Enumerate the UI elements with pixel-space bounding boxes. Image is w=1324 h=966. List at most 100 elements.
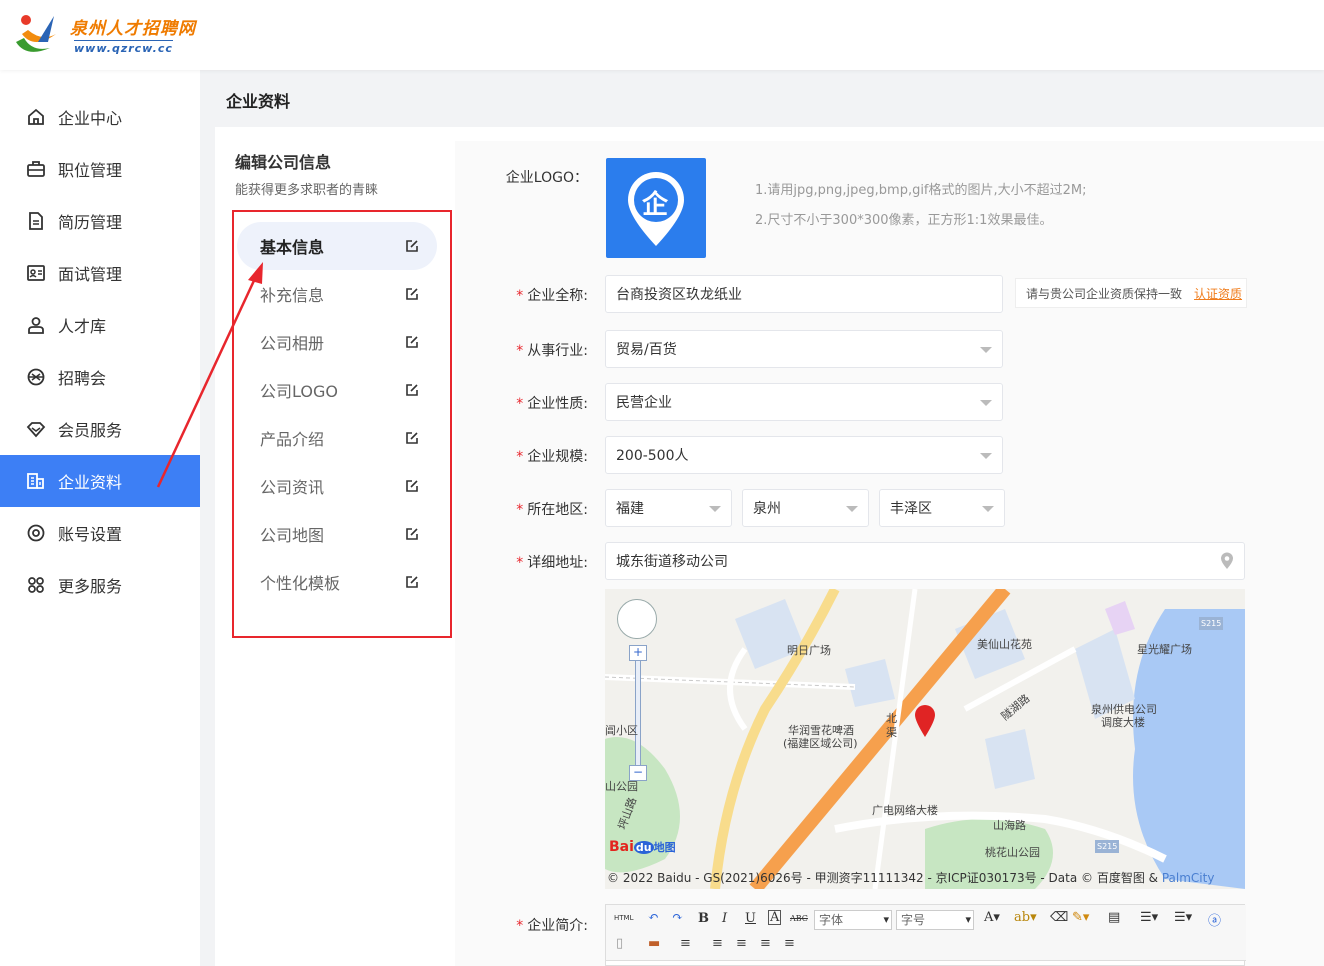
- district-select[interactable]: 丰泽区: [879, 489, 1005, 527]
- ordered-list-icon[interactable]: ☰▾: [1140, 910, 1158, 925]
- map-label: (福建区域公司): [783, 737, 858, 750]
- map-label: 渠: [886, 726, 897, 739]
- industry-select[interactable]: 贸易/百货: [605, 330, 1003, 368]
- sidebar-item-resumes[interactable]: 简历管理: [0, 195, 200, 247]
- map-label: 星光耀广场: [1137, 643, 1192, 656]
- map-label: 华润雪花啤酒: [788, 724, 854, 737]
- address-input[interactable]: 城东街道移动公司: [605, 542, 1245, 580]
- logo-char: 企: [642, 190, 669, 220]
- logo-mark-icon: [16, 15, 56, 52]
- edit-icon[interactable]: [405, 479, 419, 493]
- format-painter-icon[interactable]: ✎▾: [1072, 910, 1089, 925]
- sidebar-list: 企业中心 职位管理 简历管理 面试管理 人才库 招聘会 会员服务 企业资料 账号…: [0, 70, 200, 611]
- edit-icon[interactable]: [405, 335, 419, 349]
- edit-icon[interactable]: [405, 527, 419, 541]
- indent-icon[interactable]: ≡: [680, 936, 691, 951]
- company-name-input[interactable]: 台商投资区玖龙纸业: [605, 275, 1003, 313]
- undo-icon[interactable]: ↶: [648, 910, 659, 925]
- map-canvas: [605, 589, 1245, 889]
- address-label: * 详细地址:: [516, 555, 588, 571]
- font-color-icon[interactable]: A▾: [984, 910, 1000, 925]
- scale-select[interactable]: 200-500人: [605, 436, 1003, 474]
- edit-icon[interactable]: [405, 383, 419, 397]
- submenu-products[interactable]: 产品介绍: [237, 414, 437, 462]
- align-left-icon[interactable]: ≡: [712, 936, 723, 951]
- id-card-icon: [26, 263, 46, 283]
- nature-select[interactable]: 民营企业: [605, 383, 1003, 421]
- city-select[interactable]: 泉州: [742, 489, 869, 527]
- submenu-map[interactable]: 公司地图: [237, 510, 437, 558]
- sidebar-item-membership[interactable]: 会员服务: [0, 403, 200, 455]
- sidebar-item-account-settings[interactable]: 账号设置: [0, 507, 200, 559]
- font-border-button[interactable]: A: [768, 910, 782, 925]
- rich-text-editor[interactable]: HTML ↶ ↷ B I U A ABC 字体 字号 A▾ ab▾ ⌫ ✎▾ ▤…: [605, 904, 1246, 966]
- edit-section-title: 编辑公司信息: [235, 153, 332, 172]
- map-label: 桃花山公园: [985, 846, 1040, 859]
- new-document-icon[interactable]: ▯: [616, 936, 623, 951]
- image-icon[interactable]: ▬: [648, 936, 660, 951]
- editor-toolbar: HTML ↶ ↷ B I U A ABC 字体 字号 A▾ ab▾ ⌫ ✎▾ ▤…: [606, 905, 1246, 961]
- sidebar-item-company-profile[interactable]: 企业资料: [0, 455, 200, 507]
- italic-button[interactable]: I: [722, 911, 727, 926]
- map-label: 阊小区: [605, 724, 638, 737]
- submenu-label: 补充信息: [260, 286, 325, 305]
- spellcheck-icon[interactable]: ⓐ: [1208, 910, 1221, 929]
- sidebar-item-talent-pool[interactable]: 人才库: [0, 299, 200, 351]
- align-right-icon[interactable]: ≡: [760, 936, 771, 951]
- map-zoom-out-button[interactable]: −: [629, 765, 647, 781]
- edit-icon[interactable]: [405, 239, 419, 253]
- venue-icon: [26, 367, 46, 387]
- sidebar-item-label: 账号设置: [58, 525, 123, 544]
- underline-button[interactable]: U: [745, 911, 756, 926]
- redo-icon[interactable]: ↷: [672, 910, 683, 925]
- logo-label: 企业LOGO：: [505, 170, 588, 186]
- font-size-select[interactable]: 字号: [896, 910, 974, 930]
- submenu-basic-info[interactable]: 基本信息: [237, 222, 437, 270]
- bold-button[interactable]: B: [698, 911, 709, 926]
- submenu-logo[interactable]: 公司LOGO: [237, 366, 437, 414]
- map-zoom-slider[interactable]: [635, 645, 641, 775]
- company-logo-upload[interactable]: 企: [606, 158, 706, 258]
- edit-icon[interactable]: [405, 575, 419, 589]
- edit-icon[interactable]: [405, 431, 419, 445]
- sidebar-item-more-services[interactable]: 更多服务: [0, 559, 200, 611]
- unordered-list-icon[interactable]: ☰▾: [1174, 910, 1192, 925]
- edit-icon[interactable]: [405, 287, 419, 301]
- paste-icon[interactable]: ▤: [1108, 910, 1120, 925]
- map-pan-control[interactable]: [617, 599, 657, 639]
- verify-qualification-link[interactable]: 认证资质: [1194, 285, 1242, 302]
- submenu-news[interactable]: 公司资讯: [237, 462, 437, 510]
- align-justify-icon[interactable]: ≡: [784, 936, 795, 951]
- map-label: 北: [886, 712, 897, 725]
- submenu-label: 公司相册: [260, 334, 325, 353]
- map-label: 美仙山花苑: [977, 638, 1032, 651]
- map-label: 山公园: [605, 780, 638, 793]
- sidebar-item-enterprise-center[interactable]: 企业中心: [0, 91, 200, 143]
- sidebar-item-interviews[interactable]: 面试管理: [0, 247, 200, 299]
- briefcase-icon: [26, 159, 46, 179]
- sidebar-item-label: 会员服务: [58, 421, 123, 440]
- eraser-icon[interactable]: ⌫: [1050, 910, 1068, 925]
- location-pin-icon[interactable]: [1220, 552, 1234, 570]
- strikethrough-button[interactable]: ABC: [790, 914, 808, 923]
- submenu-album[interactable]: 公司相册: [237, 318, 437, 366]
- submenu-template[interactable]: 个性化模板: [237, 558, 437, 606]
- submenu-label: 基本信息: [260, 238, 325, 257]
- sidebar-item-label: 企业资料: [58, 473, 123, 492]
- align-center-icon[interactable]: ≡: [736, 936, 747, 951]
- map-label: 泉州供电公司: [1091, 703, 1157, 716]
- submenu-label: 公司LOGO: [260, 382, 338, 401]
- site-logo[interactable]: 泉州人才招聘网 www.qzrcw.cc: [12, 10, 202, 62]
- province-select[interactable]: 福建: [605, 489, 732, 527]
- sidebar-item-label: 人才库: [58, 317, 107, 336]
- sidebar-item-job-fair[interactable]: 招聘会: [0, 351, 200, 403]
- html-source-button[interactable]: HTML: [614, 914, 633, 922]
- baidu-map[interactable]: + − 明日广场 美仙山花苑 星光耀广场 泉州供电公司 调度大楼 华润雪花啤酒 …: [605, 589, 1245, 889]
- sidebar-item-label: 更多服务: [58, 577, 123, 596]
- submenu-extra-info[interactable]: 补充信息: [237, 270, 437, 318]
- map-zoom-in-button[interactable]: +: [629, 645, 647, 661]
- font-family-select[interactable]: 字体: [814, 910, 892, 930]
- sidebar-item-jobs[interactable]: 职位管理: [0, 143, 200, 195]
- highlight-color-icon[interactable]: ab▾: [1014, 910, 1037, 925]
- edit-section-subtitle: 能获得更多求职者的青睐: [235, 183, 379, 198]
